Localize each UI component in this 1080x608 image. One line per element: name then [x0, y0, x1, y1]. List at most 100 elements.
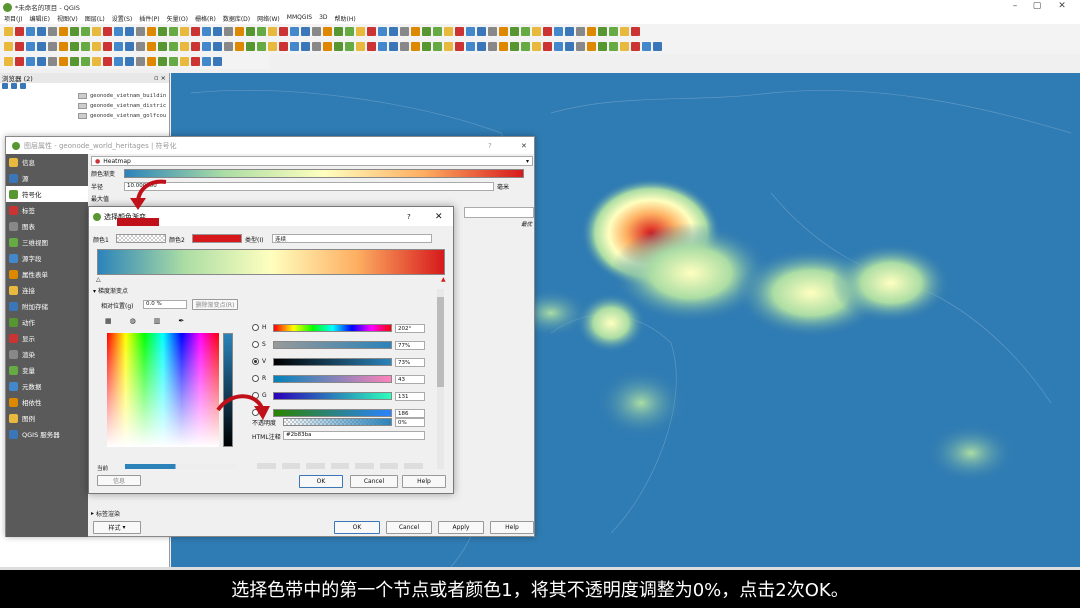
- toolbar-button-icon[interactable]: [312, 42, 321, 51]
- collapse-icon[interactable]: [20, 83, 26, 89]
- toolbar-button-icon[interactable]: [70, 27, 79, 36]
- menu-item[interactable]: 图层(L): [85, 14, 105, 24]
- wheel-icon[interactable]: ◍: [130, 317, 136, 329]
- toolbar-button-icon[interactable]: [444, 42, 453, 51]
- toolbar-button-icon[interactable]: [521, 42, 530, 51]
- toolbar-button-icon[interactable]: [202, 27, 211, 36]
- toolbar-button-icon[interactable]: [136, 42, 145, 51]
- toolbar-button-icon[interactable]: [411, 42, 420, 51]
- collapse-arrow-icon[interactable]: ▸: [91, 510, 94, 517]
- toolbar-button-icon[interactable]: [609, 27, 618, 36]
- toolbar-button-icon[interactable]: [125, 57, 134, 66]
- toolbar-button-icon[interactable]: [213, 42, 222, 51]
- toolbar-button-icon[interactable]: [147, 27, 156, 36]
- toolbar-button-icon[interactable]: [499, 27, 508, 36]
- html-input[interactable]: #2b83ba: [283, 431, 425, 440]
- menu-item[interactable]: 设置(S): [112, 14, 133, 24]
- dialog-help-button[interactable]: Help: [402, 475, 446, 488]
- toolbar-button-icon[interactable]: [169, 57, 178, 66]
- props-tab[interactable]: QGIS 服务器: [6, 426, 88, 442]
- toolbar-button-icon[interactable]: [400, 27, 409, 36]
- toolbar-button-icon[interactable]: [356, 27, 365, 36]
- minimize-icon[interactable]: –: [1005, 1, 1025, 11]
- toolbar-button-icon[interactable]: [48, 57, 57, 66]
- float-close-icon[interactable]: ▫ ×: [154, 74, 166, 82]
- toolbar-button-icon[interactable]: [15, 42, 24, 51]
- toolbar-button-icon[interactable]: [422, 27, 431, 36]
- toolbar-button-icon[interactable]: [235, 42, 244, 51]
- menu-item[interactable]: 栅格(R): [195, 14, 216, 24]
- maximize-icon[interactable]: ▢: [1027, 1, 1047, 11]
- channel-value[interactable]: 77%: [395, 341, 425, 350]
- toolbar-button-icon[interactable]: [312, 27, 321, 36]
- color1-button[interactable]: [116, 234, 166, 243]
- channel-slider[interactable]: [273, 341, 392, 349]
- toolbar-button-icon[interactable]: [224, 42, 233, 51]
- toolbar-button-icon[interactable]: [400, 42, 409, 51]
- toolbar-button-icon[interactable]: [268, 27, 277, 36]
- toolbar-button-icon[interactable]: [279, 27, 288, 36]
- toolbar-button-icon[interactable]: [103, 42, 112, 51]
- radius-unit[interactable]: 毫米: [497, 182, 509, 191]
- toolbar-button-icon[interactable]: [180, 42, 189, 51]
- toolbar-button-icon[interactable]: [433, 27, 442, 36]
- toolbar-button-icon[interactable]: [455, 27, 464, 36]
- props-tab[interactable]: 显示: [6, 330, 88, 346]
- toolbar-button-icon[interactable]: [653, 42, 662, 51]
- radio-icon[interactable]: [252, 341, 259, 348]
- toolbar-button-icon[interactable]: [114, 42, 123, 51]
- stop-marker-icon[interactable]: △: [96, 276, 101, 283]
- props-tab[interactable]: 相依性: [6, 394, 88, 410]
- toolbar-button-icon[interactable]: [246, 27, 255, 36]
- scrollbar[interactable]: [437, 289, 444, 469]
- toolbar-button-icon[interactable]: [411, 27, 420, 36]
- toolbar-button-icon[interactable]: [180, 27, 189, 36]
- dialog-close-icon[interactable]: ✕: [435, 212, 443, 222]
- toolbar-button-icon[interactable]: [103, 57, 112, 66]
- toolbar-button-icon[interactable]: [477, 42, 486, 51]
- channel-label[interactable]: V: [252, 358, 266, 365]
- swatch-icon[interactable]: ▦: [105, 317, 112, 329]
- props-tab[interactable]: 渲染: [6, 346, 88, 362]
- toolbar-button-icon[interactable]: [389, 42, 398, 51]
- toolbar-button-icon[interactable]: [15, 27, 24, 36]
- opacity-slider[interactable]: [283, 418, 392, 426]
- toolbar-button-icon[interactable]: [334, 27, 343, 36]
- toolbar-button-icon[interactable]: [202, 42, 211, 51]
- channel-slider[interactable]: [273, 324, 392, 332]
- toolbar-button-icon[interactable]: [510, 27, 519, 36]
- toolbar-button-icon[interactable]: [631, 42, 640, 51]
- toolbar-button-icon[interactable]: [576, 27, 585, 36]
- opacity-value[interactable]: 0%: [395, 418, 425, 427]
- toolbar-button-icon[interactable]: [378, 42, 387, 51]
- dialog-help-icon[interactable]: ?: [407, 213, 411, 221]
- toolbar-button-icon[interactable]: [499, 42, 508, 51]
- list-item[interactable]: geonode_vietnam_golfcou: [0, 111, 169, 121]
- toolbar-button-icon[interactable]: [477, 27, 486, 36]
- toolbar-button-icon[interactable]: [279, 42, 288, 51]
- props-cancel-button[interactable]: Cancel: [386, 521, 432, 534]
- toolbar-button-icon[interactable]: [620, 42, 629, 51]
- channel-value[interactable]: 131: [395, 392, 425, 401]
- toolbar-button-icon[interactable]: [169, 27, 178, 36]
- toolbar-button-icon[interactable]: [301, 42, 310, 51]
- toolbar-button-icon[interactable]: [26, 27, 35, 36]
- toolbar-button-icon[interactable]: [70, 57, 79, 66]
- toolbar-button-icon[interactable]: [334, 42, 343, 51]
- menu-item[interactable]: 视图(V): [57, 14, 78, 24]
- toolbar-button-icon[interactable]: [103, 27, 112, 36]
- props-tab[interactable]: 连接: [6, 282, 88, 298]
- toolbar-button-icon[interactable]: [455, 42, 464, 51]
- toolbar-button-icon[interactable]: [26, 57, 35, 66]
- channel-value[interactable]: 43: [395, 375, 425, 384]
- props-tab[interactable]: 标签: [6, 202, 88, 218]
- props-apply-button[interactable]: Apply: [438, 521, 484, 534]
- menu-item[interactable]: 编辑(E): [29, 14, 49, 24]
- channel-label[interactable]: B: [252, 409, 266, 416]
- toolbar-button-icon[interactable]: [257, 42, 266, 51]
- toolbar-button-icon[interactable]: [81, 57, 90, 66]
- max-input[interactable]: [464, 207, 534, 218]
- toolbar-button-icon[interactable]: [48, 42, 57, 51]
- toolbar-button-icon[interactable]: [345, 27, 354, 36]
- toolbar-button-icon[interactable]: [202, 57, 211, 66]
